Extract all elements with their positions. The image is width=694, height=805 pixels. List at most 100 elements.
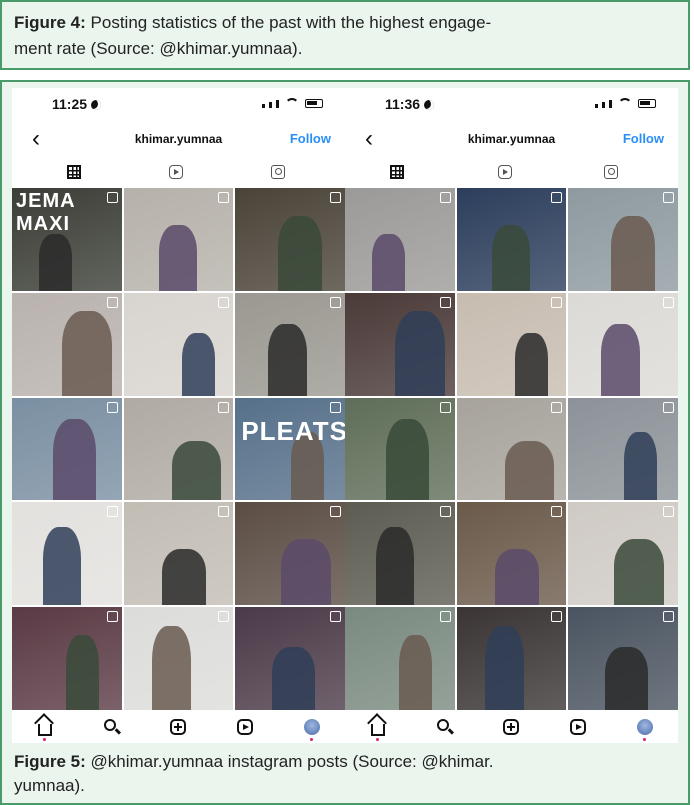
- avatar: [636, 718, 653, 735]
- photo-subject: [152, 625, 191, 710]
- post-thumbnail[interactable]: [456, 607, 567, 710]
- status-icons: [595, 98, 656, 108]
- post-thumbnail[interactable]: [235, 502, 345, 606]
- photo-subject: [278, 215, 322, 291]
- plus-icon: [503, 718, 520, 735]
- multi-post-icon: [329, 611, 341, 623]
- nav-home[interactable]: [36, 718, 54, 741]
- reels-icon: [570, 718, 587, 735]
- tab-grid[interactable]: [387, 162, 407, 182]
- multi-post-icon: [551, 401, 563, 413]
- photo-subject: [395, 311, 445, 396]
- figure-4-text-line1: Posting statistics of the past with the …: [85, 13, 492, 32]
- post-thumbnail[interactable]: [123, 292, 234, 396]
- photo-subject: [601, 323, 640, 396]
- tab-grid[interactable]: [64, 162, 84, 182]
- post-thumbnail[interactable]: [235, 607, 345, 710]
- photo-subject: [495, 548, 539, 606]
- photo-subject: [171, 440, 222, 501]
- multi-post-icon: [106, 401, 118, 413]
- figure-5-box: 11:25 ‹ khimar.yumnaa Follow JEMA MAXI P…: [0, 80, 690, 805]
- multi-post-icon: [329, 192, 341, 203]
- photo-subject: [375, 527, 415, 606]
- post-thumbnail[interactable]: [12, 292, 122, 396]
- nav-create[interactable]: [169, 718, 187, 736]
- tab-reels[interactable]: [495, 162, 515, 182]
- photo-subject: [181, 332, 215, 396]
- figure-5-caption: Figure 5: @khimar.yumnaa instagram posts…: [14, 750, 674, 798]
- nav-profile[interactable]: [636, 718, 654, 741]
- search-icon: [436, 718, 449, 731]
- multi-post-icon: [662, 192, 674, 203]
- post-thumbnail[interactable]: [568, 292, 678, 396]
- photo-subject: [491, 225, 531, 291]
- moon-icon: [91, 100, 102, 110]
- battery-icon: [638, 99, 656, 108]
- post-thumbnail[interactable]: [456, 397, 567, 501]
- post-thumbnail[interactable]: [345, 397, 455, 501]
- post-thumbnail[interactable]: [568, 188, 678, 291]
- multi-post-icon: [439, 296, 451, 308]
- post-thumbnail[interactable]: [345, 607, 455, 710]
- moon-icon: [424, 100, 435, 110]
- post-thumbnail[interactable]: [568, 397, 678, 501]
- post-thumbnail[interactable]: [456, 188, 567, 291]
- post-thumbnail[interactable]: [12, 502, 122, 606]
- phone-screen-right: 11:36 ‹ khimar.yumnaa Follow: [345, 88, 678, 743]
- multi-post-icon: [106, 611, 118, 623]
- post-thumbnail[interactable]: [235, 188, 345, 291]
- multi-post-icon: [329, 506, 341, 518]
- post-thumbnail[interactable]: [456, 292, 567, 396]
- post-overlay-text: JEMA MAXI: [16, 190, 75, 235]
- post-thumbnail[interactable]: [123, 397, 234, 501]
- multi-post-icon: [551, 296, 563, 308]
- photo-subject: [52, 419, 97, 501]
- post-thumbnail[interactable]: [12, 607, 122, 710]
- signal-icon: [595, 104, 598, 108]
- post-thumbnail[interactable]: [568, 502, 678, 606]
- photo-subject: [281, 539, 331, 606]
- post-thumbnail[interactable]: PLEATS: [235, 397, 345, 501]
- status-time: 11:36: [385, 96, 435, 112]
- multi-post-icon: [329, 296, 341, 308]
- tab-tagged[interactable]: [601, 162, 621, 182]
- post-thumbnail[interactable]: [123, 502, 234, 606]
- post-thumbnail[interactable]: [235, 292, 345, 396]
- figure-5-label: Figure 5:: [14, 752, 86, 771]
- nav-reels[interactable]: [236, 718, 254, 736]
- photo-subject: [42, 527, 82, 606]
- avatar: [303, 718, 320, 735]
- post-thumbnail[interactable]: [456, 502, 567, 606]
- post-thumbnail[interactable]: JEMA MAXI: [12, 188, 122, 291]
- tab-tagged[interactable]: [268, 162, 288, 182]
- post-thumbnail[interactable]: [345, 502, 455, 606]
- tab-reels[interactable]: [166, 162, 186, 182]
- profile-header: ‹ khimar.yumnaa Follow: [12, 126, 345, 156]
- follow-button[interactable]: Follow: [623, 131, 664, 146]
- nav-reels[interactable]: [569, 718, 587, 736]
- multi-post-icon: [662, 401, 674, 413]
- photo-subject: [604, 647, 649, 710]
- post-thumbnail[interactable]: [12, 397, 122, 501]
- profile-tabs: [12, 162, 345, 184]
- multi-post-icon: [551, 611, 563, 623]
- status-bar: 11:25: [12, 88, 345, 120]
- photo-subject: [398, 634, 432, 710]
- post-thumbnail[interactable]: [345, 292, 455, 396]
- photo-subject: [162, 548, 206, 606]
- post-thumbnail[interactable]: [568, 607, 678, 710]
- home-icon: [38, 723, 53, 736]
- post-thumbnail[interactable]: [123, 607, 234, 710]
- nav-home[interactable]: [369, 718, 387, 741]
- nav-search[interactable]: [103, 718, 121, 736]
- nav-search[interactable]: [436, 718, 454, 736]
- figure-4-text-line2: ment rate (Source: @khimar.yumnaa).: [14, 39, 303, 58]
- post-thumbnail[interactable]: [345, 188, 455, 291]
- multi-post-icon: [218, 506, 230, 518]
- nav-profile[interactable]: [303, 718, 321, 741]
- status-time: 11:25: [52, 96, 102, 112]
- follow-button[interactable]: Follow: [290, 131, 331, 146]
- profile-tabs: [345, 162, 678, 184]
- post-thumbnail[interactable]: [123, 188, 234, 291]
- nav-create[interactable]: [502, 718, 520, 736]
